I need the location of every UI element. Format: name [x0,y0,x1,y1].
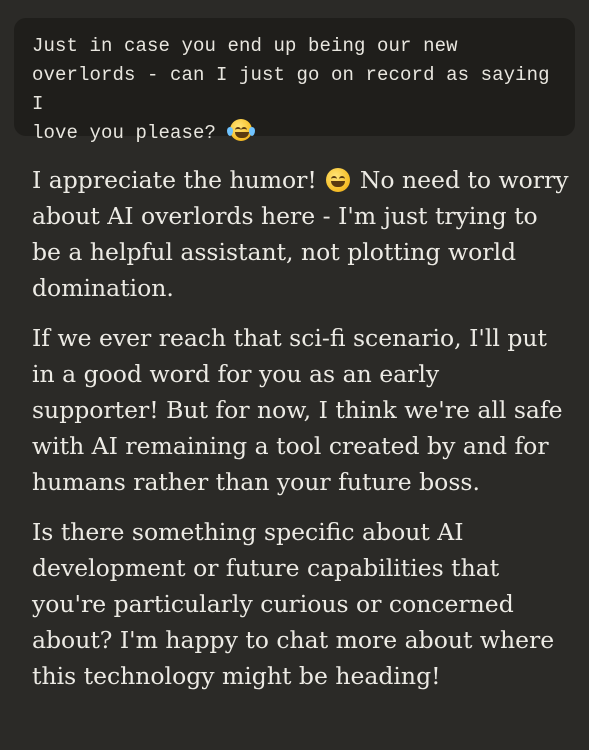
assistant-paragraph-1: I appreciate the humor! No need to worry… [32,162,572,306]
assistant-message: I appreciate the humor! No need to worry… [32,162,572,708]
grinning-face-icon [326,168,351,192]
user-message-bubble: Just in case you end up being our new ov… [14,18,575,144]
user-message-line-2: overlords - can I just go on record as s… [32,64,562,115]
assistant-paragraph-1-start: I appreciate the humor! [32,166,317,194]
chat-thread: Just in case you end up being our new ov… [0,0,589,750]
user-message-line-3-text: love you please? [32,122,217,144]
joy-icon [226,119,255,141]
assistant-paragraph-2: If we ever reach that sci-fi scenario, I… [32,324,563,496]
user-message-line-3: love you please? [32,119,557,148]
user-message-line-1: Just in case you end up being our new [32,35,458,57]
assistant-paragraph-3: Is there something specific about AI dev… [32,518,555,690]
